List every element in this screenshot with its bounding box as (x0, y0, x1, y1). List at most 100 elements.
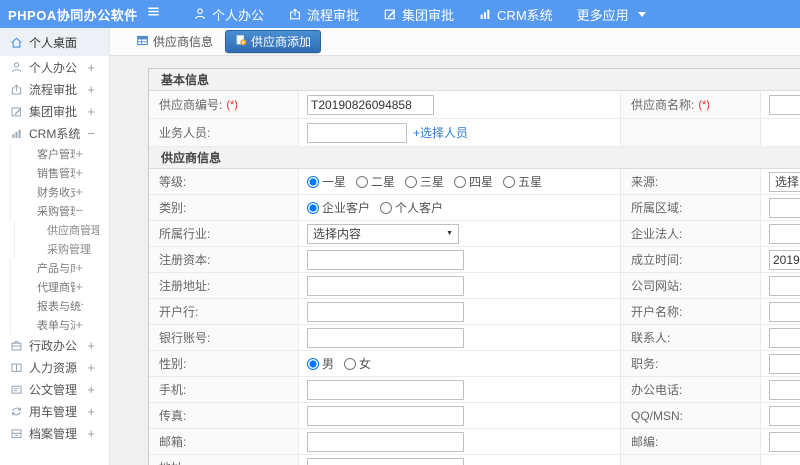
form-input[interactable] (307, 275, 464, 296)
sidebar-item[interactable]: 表单与流程设置+ (10, 315, 109, 334)
expand-icon[interactable]: + (87, 338, 95, 353)
tab-supplier-info[interactable]: 供应商信息 (130, 31, 219, 52)
radio-option[interactable]: 一星 (307, 173, 346, 190)
sidebar-item[interactable]: 销售管理+ (10, 163, 109, 182)
sidebar-item[interactable]: 流程审批 + (0, 78, 109, 100)
field-cell (299, 325, 621, 350)
radio-option[interactable]: 五星 (503, 173, 542, 190)
radio-input[interactable] (307, 175, 319, 188)
expand-icon[interactable]: + (75, 260, 83, 275)
select-box[interactable]: 选择内容▼ (769, 171, 800, 192)
field-label-text: 手机: (159, 383, 187, 397)
expand-icon[interactable]: + (87, 104, 95, 119)
expand-icon[interactable]: + (75, 279, 83, 294)
field-label-text: 开户行: (159, 305, 199, 319)
sidebar-item[interactable]: 采购管理− (10, 201, 109, 220)
form-input[interactable] (769, 94, 800, 115)
sidebar-item[interactable]: 客户管理+ (10, 144, 109, 163)
radio-option[interactable]: 个人客户 (380, 199, 443, 216)
select-person-link[interactable]: +选择人员 (413, 124, 468, 141)
field-cell (761, 429, 800, 454)
radio-option[interactable]: 三星 (405, 173, 444, 190)
form-input[interactable] (307, 457, 464, 465)
expand-icon[interactable]: + (75, 165, 83, 180)
field-label: 类别: (149, 195, 299, 220)
field-label: 注册资本: (149, 247, 299, 272)
share-icon (10, 83, 23, 96)
expand-icon[interactable]: + (75, 317, 83, 332)
expand-icon[interactable]: + (87, 426, 95, 441)
sidebar-item[interactable]: 采购管理 (14, 239, 109, 258)
sidebar-item[interactable]: 人力资源 + (0, 356, 109, 378)
form-input[interactable] (307, 249, 464, 270)
sidebar-item[interactable]: 代理商管理+ (10, 277, 109, 296)
expand-icon[interactable]: + (87, 82, 95, 97)
form-input[interactable] (307, 122, 407, 143)
expand-icon[interactable]: + (87, 360, 95, 375)
sidebar-item[interactable]: CRM系统 − (0, 122, 109, 144)
form-input[interactable] (769, 405, 800, 426)
radio-option[interactable]: 四星 (454, 173, 493, 190)
sidebar-item[interactable]: 报表与统计 (10, 296, 109, 315)
sidebar-item-label: 行政办公 (29, 338, 78, 353)
field-cell: 选择内容▼ (761, 169, 800, 194)
sidebar-item[interactable]: 档案管理 + (0, 422, 109, 444)
radio-option[interactable]: 二星 (356, 173, 395, 190)
form-input[interactable] (307, 405, 464, 426)
sidebar-item[interactable]: 个人桌面 (0, 28, 109, 56)
sidebar-toggle-button[interactable] (146, 4, 161, 24)
sidebar-item[interactable]: 用车管理 + (0, 400, 109, 422)
form-input[interactable] (769, 223, 800, 244)
expand-icon[interactable]: + (87, 382, 95, 397)
radio-input[interactable] (454, 175, 467, 188)
form-input[interactable] (307, 431, 464, 452)
form-input[interactable] (769, 379, 800, 400)
form-input[interactable] (307, 327, 464, 348)
radio-option[interactable]: 男 (307, 355, 334, 372)
radio-input[interactable] (503, 175, 516, 188)
form-input[interactable] (769, 327, 800, 348)
topnav-item[interactable]: 流程审批 (276, 0, 371, 28)
sidebar-item[interactable]: 集团审批 + (0, 100, 109, 122)
sidebar-item[interactable]: 行政办公 + (0, 334, 109, 356)
field-label: 注册地址: (149, 273, 299, 298)
topnav-item[interactable]: CRM系统 (466, 0, 565, 28)
sidebar-item[interactable]: 财务收支+ (10, 182, 109, 201)
form-row: 银行账号: 联系人: (149, 325, 800, 351)
radio-input[interactable] (344, 357, 357, 370)
select-box[interactable]: 选择内容▼ (307, 223, 459, 244)
collapse-icon[interactable]: − (87, 126, 95, 141)
field-label: 来源: (621, 169, 761, 194)
form-input[interactable] (769, 197, 800, 218)
topnav-item[interactable]: 集团审批 (371, 0, 466, 28)
radio-input[interactable] (307, 201, 319, 214)
form-input[interactable] (307, 301, 464, 322)
radio-input[interactable] (307, 357, 319, 370)
topnav-item[interactable]: 更多应用 (565, 0, 658, 28)
sidebar-item[interactable]: 产品与库存+ (10, 258, 109, 277)
expand-icon[interactable]: + (87, 60, 95, 75)
topnav-item[interactable]: 个人办公 (181, 0, 276, 28)
radio-option[interactable]: 女 (344, 355, 371, 372)
form-input[interactable] (769, 431, 800, 452)
sidebar-item[interactable]: 个人办公 + (0, 56, 109, 78)
collapse-icon[interactable]: − (75, 203, 83, 218)
radio-input[interactable] (380, 201, 393, 214)
field-label-text: 联系人: (631, 331, 671, 345)
form-input[interactable] (769, 275, 800, 296)
form-input[interactable] (769, 353, 800, 374)
form-input[interactable] (307, 379, 464, 400)
tab-supplier-add[interactable]: 供应商添加 (225, 30, 322, 53)
radio-input[interactable] (405, 175, 418, 188)
form-input[interactable] (769, 301, 800, 322)
radio-input[interactable] (356, 175, 369, 188)
radio-option[interactable]: 企业客户 (307, 199, 370, 216)
form-input[interactable] (307, 94, 434, 115)
expand-icon[interactable]: + (87, 404, 95, 419)
expand-icon[interactable]: + (75, 146, 83, 161)
sidebar-item-label: 个人桌面 (29, 35, 78, 50)
sidebar-item[interactable]: 公文管理 + (0, 378, 109, 400)
expand-icon[interactable]: + (75, 184, 83, 199)
sidebar-item[interactable]: 供应商管理 (14, 220, 109, 239)
form-input[interactable] (769, 249, 800, 270)
